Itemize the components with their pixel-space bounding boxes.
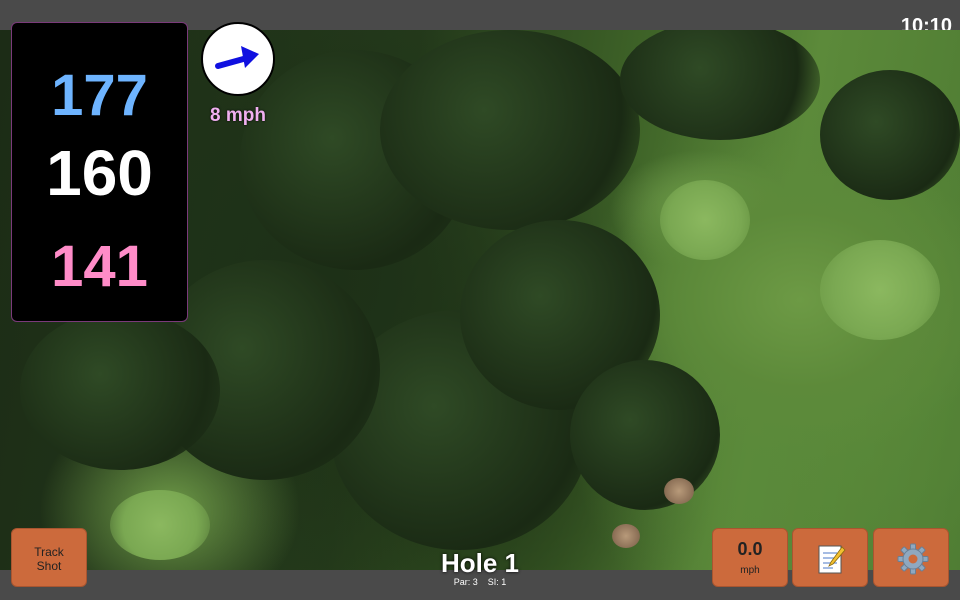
putting-green (660, 180, 750, 260)
front-distance: 141 (51, 234, 148, 299)
tree-canopy (570, 360, 720, 510)
notepad-icon (818, 545, 846, 574)
tree-canopy (820, 70, 960, 200)
tree-canopy (380, 30, 640, 230)
sand-bunker (664, 478, 694, 504)
track-shot-button[interactable]: Track Shot (11, 528, 87, 587)
hole-title: Hole 1 (440, 548, 520, 578)
hole-info: Par: 3 SI: 1 (380, 576, 580, 588)
distance-panel: 177 160 141 (11, 22, 188, 322)
tree-canopy (620, 30, 820, 140)
back-distance: 177 (51, 63, 148, 128)
hole-par: Par: 3 (453, 577, 478, 587)
middle-distance: 160 (46, 137, 153, 209)
tree-canopy (20, 310, 220, 470)
gear-icon (897, 543, 929, 575)
speed-unit: mph (740, 565, 760, 576)
putting-green (110, 490, 210, 560)
speed-button[interactable]: 0.0 mph (712, 528, 788, 587)
wind-speed: 8 mph (210, 105, 266, 126)
track-shot-label: Track Shot (34, 545, 64, 573)
speed-value: 0.0 (737, 539, 763, 559)
sand-bunker (612, 524, 640, 548)
settings-button[interactable] (873, 528, 949, 587)
wind-direction-arrow-icon (201, 22, 275, 96)
hole-stroke-index: SI: 1 (487, 577, 507, 587)
notes-button[interactable] (792, 528, 868, 587)
putting-green (820, 240, 940, 340)
